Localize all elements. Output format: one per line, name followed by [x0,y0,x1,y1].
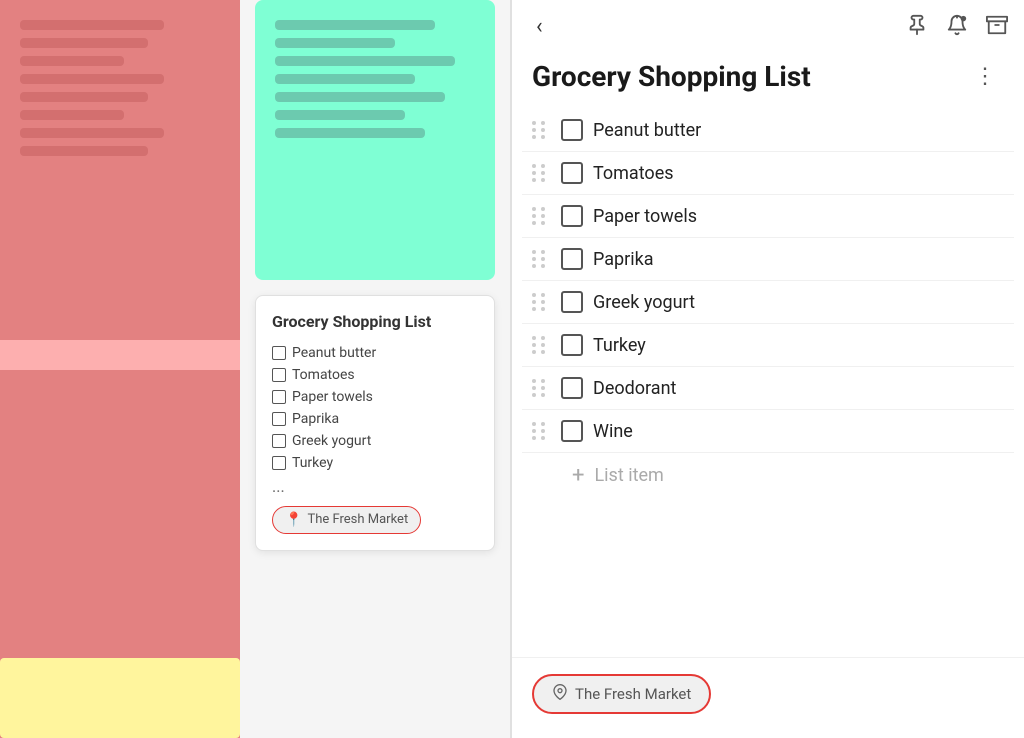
teal-card [255,0,495,280]
location-badge-small[interactable]: 📍 The Fresh Market [272,506,421,534]
blur-line [20,110,124,120]
item-checkbox[interactable] [561,205,583,227]
small-item-label: Turkey [292,455,333,471]
small-list-item: Peanut butter [272,345,478,361]
item-checkbox[interactable] [561,248,583,270]
blur-line [20,128,164,138]
teal-blur-line [275,56,455,66]
item-label: Paprika [593,249,1004,270]
blurred-content-left [20,20,180,164]
item-label: Peanut butter [593,120,1004,141]
item-label: Paper towels [593,206,1004,227]
small-list-item: Turkey [272,455,478,471]
list-item-row: Paprika [522,238,1014,281]
blur-line [20,92,148,102]
teal-blur-line [275,92,445,102]
blur-line [20,146,148,156]
item-checkbox[interactable] [561,420,583,442]
grocery-card-small-title: Grocery Shopping List [272,312,478,333]
list-item-row: Deodorant [522,367,1014,410]
small-item-label: Paper towels [292,389,373,405]
list-item-row: Peanut butter [522,109,1014,152]
more-options-button[interactable]: ⋮ [966,60,1004,93]
item-label: Greek yogurt [593,292,1004,313]
item-label: Tomatoes [593,163,1004,184]
drag-handle[interactable] [532,121,547,139]
drag-handle[interactable] [532,422,547,440]
small-checkbox [272,368,286,382]
small-checkbox [272,412,286,426]
item-label: Wine [593,421,1004,442]
item-checkbox[interactable] [561,119,583,141]
small-item-label: Peanut butter [292,345,376,361]
drag-handle[interactable] [532,336,547,354]
drag-handle[interactable] [532,293,547,311]
pink-card [0,0,240,738]
teal-blur-line [275,20,435,30]
list-item-row: Tomatoes [522,152,1014,195]
item-checkbox[interactable] [561,162,583,184]
left-panel: Grocery Shopping List Peanut butter Toma… [0,0,510,738]
small-item-label: Paprika [292,411,339,427]
teal-blur-line [275,74,415,84]
blur-line [20,56,124,66]
small-list-item: Paprika [272,411,478,427]
item-label: Turkey [593,335,1004,356]
small-list-item: Paper towels [272,389,478,405]
drag-handle[interactable] [532,379,547,397]
reminder-icon[interactable] [946,14,968,41]
blur-line [20,20,164,30]
small-item-label: Tomatoes [292,367,355,383]
add-item-placeholder[interactable]: List item [594,465,663,486]
blur-line [20,38,148,48]
archive-icon[interactable] [986,14,1008,41]
teal-blur-line [275,110,405,120]
toolbar-left: ‹ [528,12,551,42]
teal-blur-line [275,38,395,48]
drag-handle[interactable] [532,207,547,225]
pin-icon[interactable] [906,14,928,41]
location-pin-icon [552,684,568,704]
list-item-row: Turkey [522,324,1014,367]
list-area: Peanut butter Tomatoes Paper towels [512,109,1024,657]
drag-handle[interactable] [532,250,547,268]
list-item-row: Paper towels [522,195,1014,238]
toolbar: ‹ [512,0,1024,50]
small-checkbox [272,456,286,470]
small-checkbox [272,346,286,360]
drag-handle[interactable] [532,164,547,182]
small-list-item: Greek yogurt [272,433,478,449]
right-panel: ‹ [512,0,1024,738]
small-checkbox [272,434,286,448]
small-item-label: Greek yogurt [292,433,371,449]
add-item-button[interactable]: + [572,463,584,488]
back-button[interactable]: ‹ [528,12,551,42]
small-list-item: Tomatoes [272,367,478,383]
title-row: Grocery Shopping List ⋮ [512,50,1024,109]
add-item-row: + List item [522,453,1014,498]
teal-blur-line [275,128,425,138]
bottom-area: The Fresh Market [512,657,1024,738]
pin-icon: 📍 [285,512,302,528]
yellow-card [0,658,240,738]
pink-stripe [0,340,240,370]
item-checkbox[interactable] [561,377,583,399]
location-badge-large[interactable]: The Fresh Market [532,674,711,714]
location-label-large: The Fresh Market [575,685,691,703]
note-title: Grocery Shopping List [532,60,811,93]
ellipsis: ... [272,477,478,496]
list-item-row: Wine [522,410,1014,453]
grocery-card-small: Grocery Shopping List Peanut butter Toma… [255,295,495,551]
item-label: Deodorant [593,378,1004,399]
small-checkbox [272,390,286,404]
location-label-small: The Fresh Market [307,512,408,527]
item-checkbox[interactable] [561,334,583,356]
blur-line [20,74,164,84]
list-item-row: Greek yogurt [522,281,1014,324]
toolbar-right [906,14,1008,41]
item-checkbox[interactable] [561,291,583,313]
